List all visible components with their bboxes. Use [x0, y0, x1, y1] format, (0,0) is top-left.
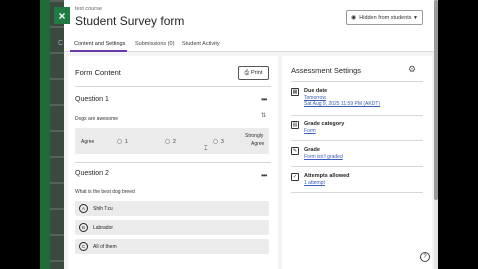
divider	[291, 166, 423, 167]
page-title: Student Survey form	[75, 14, 185, 28]
divider	[291, 140, 423, 141]
likert-point-1: 1	[125, 139, 128, 145]
assessment-settings-section: Assessment Settings ⚙ ▦ Due date Tomorro…	[282, 56, 432, 269]
print-button[interactable]: ⎙ Print	[238, 66, 269, 80]
grade-label: Grade	[304, 147, 320, 153]
visibility-label: Hidden from students	[359, 14, 412, 21]
question-2-text: What is the best dog breed	[75, 189, 135, 195]
visibility-dropdown[interactable]: ◉ Hidden from students ▼	[346, 10, 423, 25]
grade-setting: ✎ Grade Form isn't graded	[291, 147, 425, 163]
attempts-setting: ✓ Attempts allowed 1 attempt	[291, 173, 425, 189]
assessment-settings-heading: Assessment Settings	[291, 66, 362, 75]
tab-content-and-settings[interactable]: Content and Settings	[74, 41, 125, 47]
tab-submissions[interactable]: Submissions (0)	[135, 41, 174, 47]
course-name: test course	[75, 6, 102, 12]
scrollbar[interactable]	[434, 0, 438, 269]
form-content-section: Form Content ⎙ Print Question 1 ••• Dogs…	[68, 56, 278, 269]
likert-radio-2[interactable]	[165, 139, 170, 144]
category-icon: ▤	[291, 121, 299, 129]
likert-point-2: 2	[173, 139, 176, 145]
mouse-cursor-icon: ⌶	[204, 146, 208, 152]
survey-panel: test course Student Survey form ◉ Hidden…	[64, 0, 438, 269]
option-letter-b: B	[79, 223, 88, 232]
option-label: Labrador	[93, 224, 114, 231]
background-strip	[40, 0, 50, 269]
question-1-title: Question 1	[75, 96, 109, 103]
close-icon: ×	[58, 8, 66, 23]
attempts-icon: ✓	[291, 173, 299, 181]
due-date-full-link[interactable]: Sat Aug 9, 2025 11:59 PM (AKDT)	[304, 101, 380, 107]
likert-low-label: Agree	[81, 139, 95, 145]
option-label: All of them	[93, 243, 117, 250]
due-date-label: Due date	[304, 88, 328, 94]
hidden-eye-icon: ◉	[351, 15, 357, 21]
panel-header: test course Student Survey form ◉ Hidden…	[64, 0, 438, 36]
print-label: Print	[251, 70, 263, 76]
chevron-down-icon: ▼	[413, 14, 418, 21]
grade-category-link[interactable]: Form	[304, 128, 316, 134]
question-2-more-icon[interactable]: •••	[261, 171, 267, 180]
question-1-more-icon[interactable]: •••	[261, 95, 267, 104]
tab-student-activity[interactable]: Student Activity	[182, 41, 220, 47]
question-1-text: Dogs are awesome	[75, 116, 119, 122]
screen: C × test course Student Survey form ◉ Hi…	[0, 0, 478, 269]
printer-icon: ⎙	[244, 69, 250, 76]
option-label: Shih Tzu	[93, 205, 113, 212]
divider	[75, 86, 271, 87]
background-letter: C	[58, 40, 64, 47]
likert-high-label-line2: Agree	[251, 141, 265, 147]
attempts-link[interactable]: 1 attempt	[304, 180, 325, 186]
likert-radio-1[interactable]	[117, 139, 122, 144]
calendar-icon: ▦	[291, 88, 299, 96]
grade-category-setting: ▤ Grade category Form	[291, 121, 425, 137]
divider	[75, 162, 271, 163]
choice-option-b[interactable]: B Labrador	[75, 220, 269, 235]
likert-scale: Agree 1 2 3 Strongly Agree	[75, 128, 269, 154]
choice-option-a[interactable]: A Shih Tzu	[75, 201, 269, 216]
divider	[291, 115, 423, 116]
due-date-setting: ▦ Due date Tomorrow Sat Aug 9, 2025 11:5…	[291, 88, 425, 112]
gear-icon[interactable]: ⚙	[408, 64, 416, 75]
likert-high-label-line1: Strongly	[245, 133, 264, 139]
divider	[291, 192, 423, 193]
likert-point-3: 3	[221, 139, 224, 145]
active-tab-indicator	[70, 50, 127, 52]
question-2-title: Question 2	[75, 170, 109, 177]
option-letter-c: C	[79, 242, 88, 251]
divider	[291, 81, 423, 82]
help-icon[interactable]: ?	[420, 252, 430, 262]
scrollbar-thumb[interactable]	[434, 0, 438, 200]
choice-option-c[interactable]: C All of them	[75, 239, 269, 254]
likert-radio-3[interactable]	[213, 139, 218, 144]
tab-bar: Content and Settings Submissions (0) Stu…	[64, 36, 438, 52]
sort-icon[interactable]: ⇅	[261, 112, 266, 119]
attempts-label: Attempts allowed	[304, 173, 350, 179]
form-content-heading: Form Content	[75, 68, 121, 77]
close-button[interactable]: ×	[54, 7, 70, 24]
grade-icon: ✎	[291, 147, 299, 155]
grade-link[interactable]: Form isn't graded	[304, 154, 343, 160]
option-letter-a: A	[79, 204, 88, 213]
grade-category-label: Grade category	[304, 121, 345, 127]
